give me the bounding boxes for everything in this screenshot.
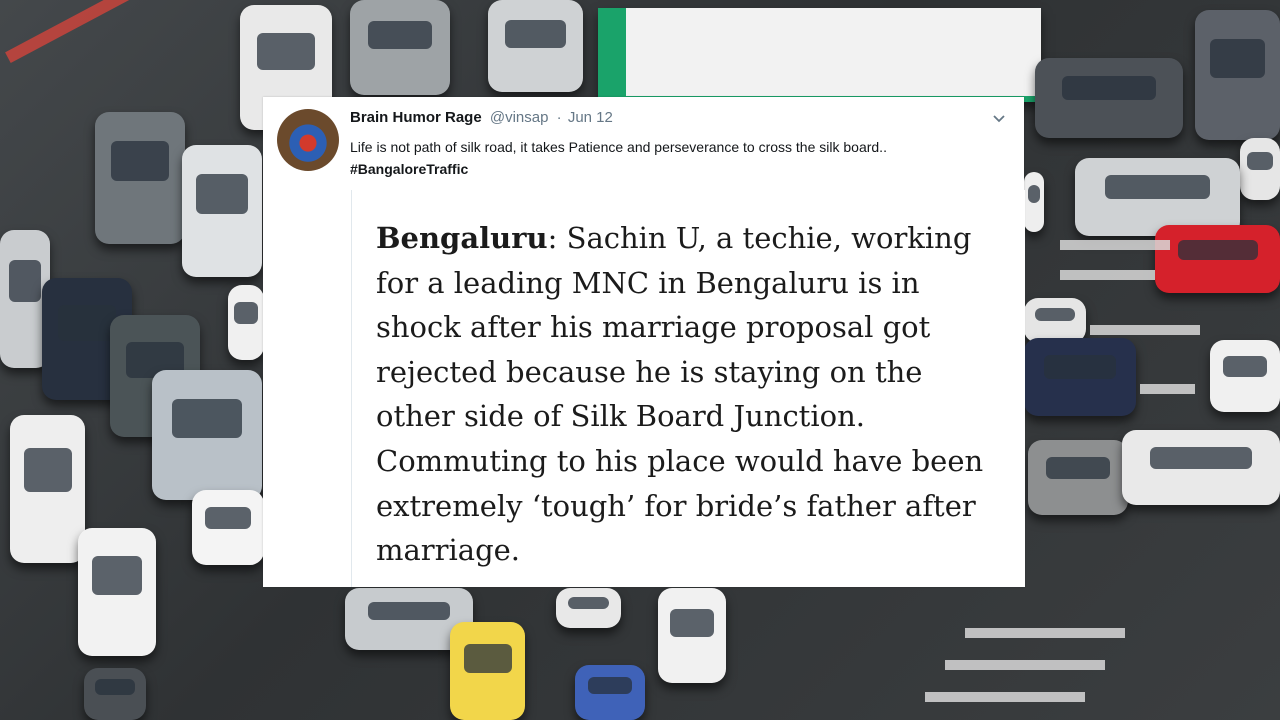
truck <box>1028 440 1128 515</box>
car <box>658 588 726 683</box>
car <box>1240 138 1280 200</box>
car <box>95 112 185 244</box>
chevron-down-icon[interactable] <box>992 111 1006 125</box>
car <box>78 528 156 656</box>
tweet-text: Life is not path of silk road, it takes … <box>350 136 990 180</box>
road-marking <box>1140 384 1195 394</box>
car <box>1035 58 1183 138</box>
car <box>182 145 262 277</box>
car <box>84 668 146 720</box>
car <box>1122 430 1280 505</box>
car <box>450 622 525 720</box>
road-marking <box>1060 270 1155 280</box>
article-lead: Bengaluru <box>376 221 548 255</box>
tweet-date[interactable]: Jun 12 <box>568 109 613 126</box>
tweet-header: Brain Humor Rage @vinsap · Jun 12 <box>350 109 613 126</box>
car <box>228 285 264 360</box>
author-handle[interactable]: @vinsap <box>490 109 549 126</box>
road-marking <box>925 692 1085 702</box>
road-marking <box>1060 240 1170 250</box>
car <box>10 415 85 563</box>
car <box>350 0 450 95</box>
article-excerpt: Bengaluru: Sachin U, a techie, working f… <box>376 216 1006 573</box>
road-marking <box>945 660 1105 670</box>
car <box>556 588 621 628</box>
car <box>1024 298 1086 343</box>
bus <box>598 8 1041 102</box>
road-marking <box>965 628 1125 638</box>
tweet-media-image[interactable]: Bengaluru: Sachin U, a techie, working f… <box>351 190 1025 587</box>
article-body: : Sachin U, a techie, working for a lead… <box>376 221 984 568</box>
car <box>575 665 645 720</box>
car <box>152 370 262 500</box>
car <box>1024 338 1136 416</box>
avatar[interactable] <box>277 109 339 171</box>
tweet-body: Life is not path of silk road, it takes … <box>350 139 887 155</box>
author-name[interactable]: Brain Humor Rage <box>350 109 482 126</box>
car <box>488 0 583 92</box>
separator: · <box>556 109 562 126</box>
car <box>192 490 264 565</box>
road-barrier <box>5 0 130 63</box>
car <box>1155 225 1280 293</box>
car <box>1210 340 1280 412</box>
tweet-card[interactable]: Brain Humor Rage @vinsap · Jun 12 Life i… <box>263 97 1025 587</box>
car <box>1024 172 1044 232</box>
hashtag-link[interactable]: #BangaloreTraffic <box>350 161 468 177</box>
road-marking <box>1090 325 1200 335</box>
car <box>1195 10 1280 140</box>
